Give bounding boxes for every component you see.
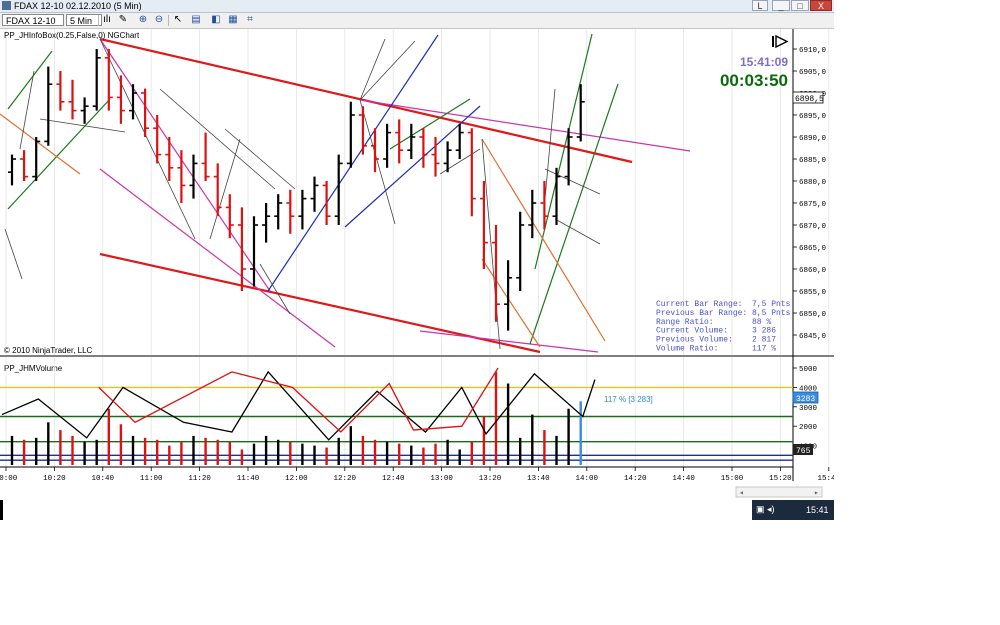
price-tick-label: 6885,0 (799, 157, 827, 165)
info-value: 3 286 (752, 327, 776, 336)
time-tick-label: 14:40 (672, 475, 695, 483)
time-tick-label: 13:20 (479, 475, 502, 483)
pointer-icon[interactable]: ↖ (172, 14, 184, 26)
volume-axis[interactable]: 50004000300020001000 (793, 366, 818, 452)
scroll-left-icon[interactable]: ◂ (739, 489, 744, 498)
pencil-icon[interactable]: ✎ (117, 14, 129, 26)
price-tick-label: 6855,0 (799, 289, 827, 297)
app-icon (2, 1, 11, 10)
chart-toolbar: FDAX 12-10 ▾ 5 Min ▾ ılı ✎ ⊕ ⊖ ↖ ▤ ◧ ▦ ⌗ (0, 13, 834, 38)
volume-icon[interactable]: ◂) (767, 504, 775, 514)
time-tick-label: 13:00 (430, 475, 453, 483)
info-label: Current Volume: (656, 327, 728, 336)
volume-indicator-label: PP_JHMVolume (4, 364, 63, 373)
taskbar: ▣ ◂) 15:41 (752, 500, 834, 520)
network-icon[interactable]: ▣ (756, 504, 765, 514)
price-tick-label: 6905,0 (799, 69, 827, 77)
time-display: 15:41:09 (740, 55, 788, 69)
price-tick-label: 6880,0 (799, 179, 827, 187)
time-tick-label: 11:40 (237, 475, 260, 483)
taskbar-clock[interactable]: 15:41 (806, 505, 829, 515)
chart-area[interactable]: 6910,06905,06900,06895,06890,06885,06880… (0, 29, 834, 499)
chart-window: FDAX 12-10 02.12.2010 (5 Min) L _ □ X FD… (0, 0, 834, 520)
time-tick-label: 10:00 (0, 475, 18, 483)
volume-bars[interactable] (0, 371, 793, 465)
window-tab-button[interactable]: L (752, 0, 768, 11)
price-tick-label: 6870,0 (799, 223, 827, 231)
info-label: Previous Volume: (656, 336, 733, 345)
time-tick-label: 14:00 (576, 475, 599, 483)
maximize-button[interactable]: □ (791, 0, 809, 11)
volume-tick-label: 5000 (799, 366, 818, 374)
scroll-right-icon[interactable]: ▸ (814, 489, 819, 498)
info-value: 117 % (752, 345, 776, 354)
price-tick-label: 6865,0 (799, 245, 827, 253)
volume-vertical-grid (5, 357, 830, 466)
window-title: FDAX 12-10 02.12.2010 (5 Min) (14, 1, 142, 11)
title-bar[interactable]: FDAX 12-10 02.12.2010 (5 Min) L _ □ X (0, 0, 834, 13)
volume-tick-label: 3000 (799, 405, 818, 413)
current-price-tag: 6898,5 (795, 95, 824, 104)
time-tick-label: 14:20 (624, 475, 647, 483)
instrument-selector[interactable]: FDAX 12-10 ▾ (2, 14, 64, 38)
info-value: 8,5 Pnts (752, 309, 791, 318)
time-tick-label: 12:40 (382, 475, 405, 483)
instrument-label: FDAX 12-10 (6, 16, 56, 26)
time-tick-label: 10:40 (92, 475, 115, 483)
info-label: Current Bar Range: (656, 300, 742, 309)
toolbar-separator (168, 15, 169, 26)
time-tick-label: 13:40 (527, 475, 550, 483)
volume-zigzag-line (1, 370, 596, 441)
info-value: 88 % (752, 318, 771, 327)
bar-countdown: 00:03:50 (720, 71, 788, 90)
price-tick-label: 6860,0 (799, 267, 827, 275)
copyright-text: © 2010 NinjaTrader, LLC (4, 346, 93, 355)
toolbar-separator (98, 15, 99, 26)
time-tick-label: 10:20 (43, 475, 66, 483)
properties-icon[interactable]: ▤ (190, 14, 202, 26)
interval-selector[interactable]: 5 Min ▾ (66, 14, 102, 38)
time-tick-label: 15:00 (721, 475, 744, 483)
interval-label: 5 Min (70, 16, 93, 26)
price-tick-label: 6895,0 (799, 113, 827, 121)
volume-tick-label: 2000 (799, 424, 818, 432)
time-tick-label: 12:00 (285, 475, 308, 483)
volume-annotation: 117 % [3 283] (604, 395, 653, 404)
price-tick-label: 6890,0 (799, 135, 827, 143)
price-tick-label: 6875,0 (799, 201, 827, 209)
time-tick-label: 15:20 (769, 475, 792, 483)
time-tick-label: 12:20 (334, 475, 357, 483)
zoom-in-icon[interactable]: ⊕ (137, 14, 149, 26)
time-tick-label: 11:20 (188, 475, 211, 483)
price-tick-label: 6910,0 (799, 47, 827, 55)
bar-chart-icon[interactable]: ılı (101, 14, 113, 26)
minimize-button[interactable]: _ (772, 0, 790, 11)
price-tick-label: 6850,0 (799, 311, 827, 319)
chart-style-icon[interactable]: ◧ (210, 14, 222, 26)
indicator-label: PP_JHInfoBox(0.25,False,0) NGChart (4, 31, 140, 40)
horizontal-scrollbar[interactable] (735, 486, 823, 498)
info-value: 2 817 (752, 336, 776, 345)
zoom-out-icon[interactable]: ⊖ (153, 14, 165, 26)
volume-zigzag-line-red (98, 367, 499, 433)
close-button[interactable]: X (810, 0, 832, 11)
price-tick-label: 6845,0 (799, 333, 827, 341)
info-label: Volume Ratio: (656, 345, 718, 354)
taskbar-left-edge (0, 500, 3, 520)
drawing-tools-icon[interactable]: ⌗ (244, 14, 256, 26)
tray-icons[interactable]: ▣ ◂) (756, 504, 775, 515)
time-axis[interactable]: 10:00 10:20 10:40 11:00 11:20 11:40 12:00 12:20… (0, 467, 834, 483)
data-box-icon[interactable]: ▦ (227, 14, 239, 26)
low-tag: 765 (796, 447, 811, 456)
info-label: Range Ratio: (656, 318, 714, 327)
volume-tag: 3283 (796, 395, 815, 404)
info-value: 7,5 Pnts (752, 300, 791, 309)
time-tick-label: 11:00 (140, 475, 163, 483)
info-label: Previous Bar Range: (656, 309, 747, 318)
time-tick-label: 15:40 (818, 475, 834, 483)
